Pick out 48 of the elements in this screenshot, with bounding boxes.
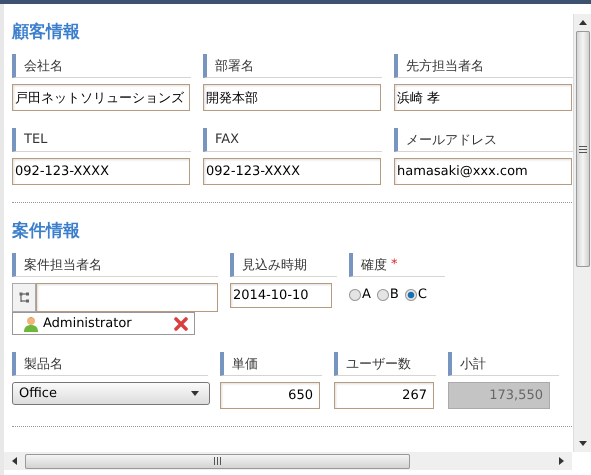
chip-label: Administrator <box>43 316 133 331</box>
radio-button[interactable] <box>404 288 417 300</box>
field-label: 部署名 <box>203 54 382 78</box>
radio-button[interactable] <box>349 288 361 300</box>
field-label: 小計 <box>448 352 559 376</box>
radio-label: B <box>390 287 399 302</box>
scroll-left-icon[interactable] <box>12 457 17 465</box>
field-label: 製品名 <box>12 352 208 376</box>
field-label: 確度 * <box>349 253 445 277</box>
input-field[interactable]: 開発本部 <box>203 84 381 111</box>
remove-icon[interactable] <box>174 316 188 330</box>
input-field[interactable]: 2014-10-10 <box>230 283 332 308</box>
scrollbar-thumb[interactable] <box>25 454 410 468</box>
field-label: 案件担当者名 <box>12 253 218 277</box>
grip-icon <box>578 146 586 152</box>
field-label: ユーザー数 <box>334 352 436 376</box>
input-field[interactable]: 戸田ネットソリューションズ <box>12 84 190 111</box>
input-field[interactable]: 092-123-XXXX <box>12 158 190 185</box>
scroll-up-icon[interactable] <box>578 20 586 25</box>
required-mark: * <box>391 257 398 272</box>
grip-icon <box>214 457 221 465</box>
input-field[interactable]: 267 <box>334 382 434 409</box>
section-heading: 案件情報 <box>12 220 81 243</box>
field-label: 会社名 <box>12 54 191 78</box>
horizontal-scrollbar[interactable] <box>4 452 572 470</box>
field-label: TEL <box>12 128 191 152</box>
dropdown[interactable]: Office <box>12 382 210 405</box>
input-field[interactable]: hamasaki@xxx.com <box>394 158 572 185</box>
user-icon <box>23 316 39 332</box>
field-label: 見込み時期 <box>230 253 337 277</box>
radio-label: A <box>362 287 371 302</box>
radio-label: C <box>418 287 427 302</box>
tree-icon <box>18 292 30 303</box>
scroll-down-icon[interactable] <box>578 441 586 446</box>
tree-button[interactable] <box>12 283 36 312</box>
field-label: 単価 <box>220 352 322 376</box>
section-heading: 顧客情報 <box>12 21 81 44</box>
caret-icon <box>191 391 199 396</box>
scroll-right-icon[interactable] <box>559 457 564 465</box>
field-label: FAX <box>203 128 382 152</box>
input-field[interactable]: 092-123-XXXX <box>203 158 381 185</box>
scrollbar-thumb[interactable] <box>576 31 590 267</box>
input-field[interactable] <box>36 283 218 312</box>
input-field: 173,550 <box>448 382 550 409</box>
radio-button[interactable] <box>376 288 389 300</box>
input-field[interactable]: 650 <box>220 382 320 409</box>
input-field[interactable]: 浜崎 孝 <box>394 84 572 111</box>
vertical-scrollbar[interactable] <box>573 14 591 452</box>
